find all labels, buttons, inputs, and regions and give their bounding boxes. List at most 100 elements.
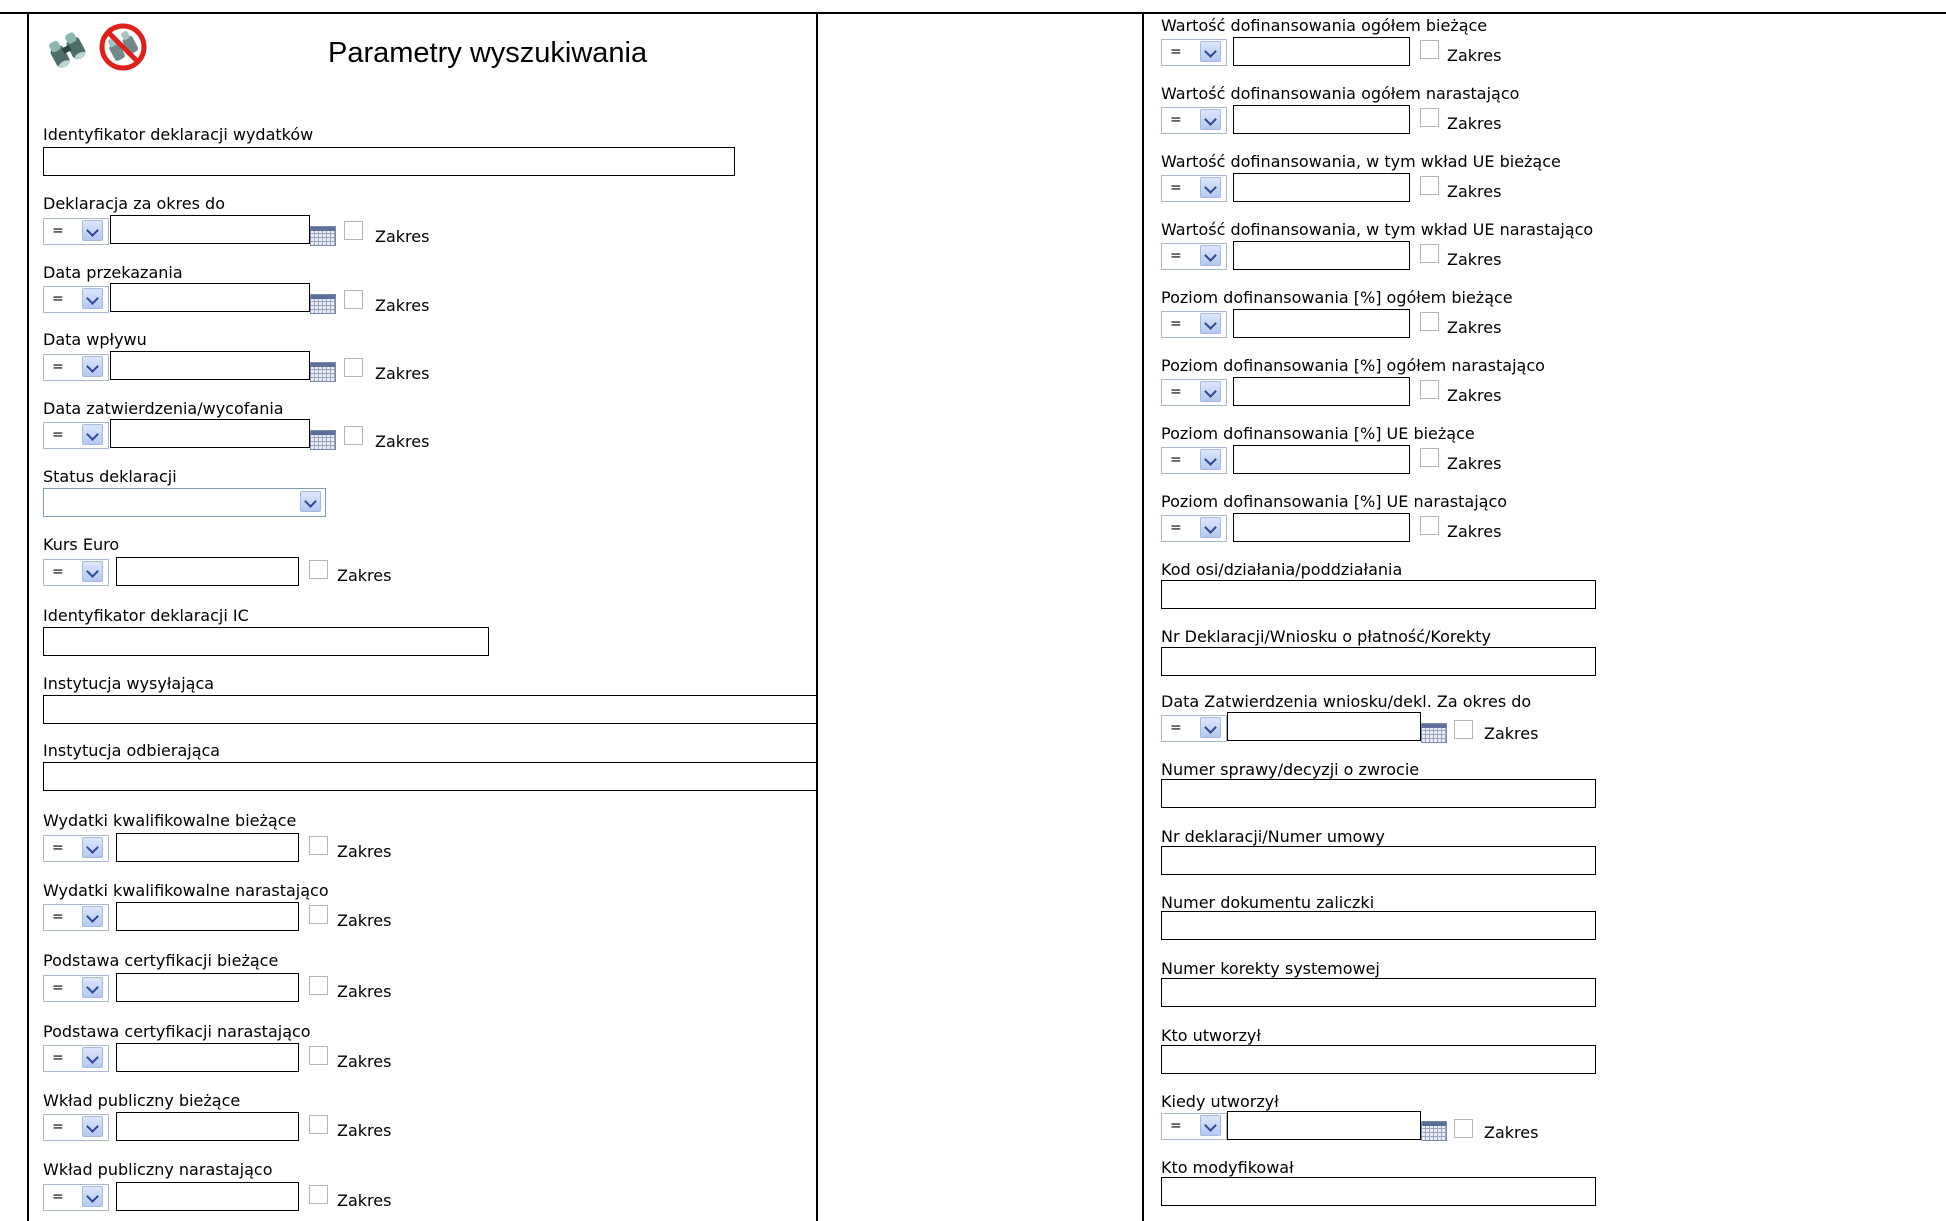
- range-label: Zakres: [375, 296, 430, 315]
- modified-by-input[interactable]: [1161, 1177, 1596, 1206]
- chevron-down-icon[interactable]: [82, 356, 103, 377]
- range-label: Zakres: [337, 566, 392, 585]
- range-checkbox[interactable]: [1420, 244, 1439, 263]
- declaration-id-input[interactable]: [43, 147, 735, 176]
- range-checkbox[interactable]: [1454, 720, 1473, 739]
- range-checkbox[interactable]: [344, 290, 363, 309]
- chevron-down-icon[interactable]: [82, 1047, 103, 1068]
- range-checkbox[interactable]: [344, 221, 363, 240]
- chevron-down-icon[interactable]: [82, 837, 103, 858]
- chevron-down-icon[interactable]: [82, 1116, 103, 1137]
- cofinancing-level-eu-cumulative-input[interactable]: [1233, 513, 1410, 542]
- cofinancing-level-total-current-input[interactable]: [1233, 309, 1410, 338]
- field-label: Kto modyfikował: [1161, 1158, 1294, 1177]
- chevron-down-icon[interactable]: [82, 906, 103, 927]
- certification-basis-cumulative-input[interactable]: [116, 1043, 299, 1072]
- field-label: Numer korekty systemowej: [1161, 959, 1380, 978]
- range-checkbox[interactable]: [1420, 176, 1439, 195]
- range-checkbox[interactable]: [309, 836, 328, 855]
- range-checkbox[interactable]: [1454, 1119, 1473, 1138]
- eligible-expenses-current-input[interactable]: [116, 833, 299, 862]
- euro-rate-input[interactable]: [116, 557, 299, 586]
- chevron-down-icon[interactable]: [1200, 517, 1221, 538]
- field-label: Poziom dofinansowania [%] ogółem narasta…: [1161, 356, 1545, 375]
- period-to-date-input[interactable]: [110, 215, 310, 244]
- receiving-institution-input[interactable]: [43, 762, 817, 791]
- cofinancing-total-cumulative-input[interactable]: [1233, 105, 1410, 134]
- sending-institution-input[interactable]: [43, 695, 817, 724]
- range-checkbox[interactable]: [309, 1185, 328, 1204]
- cofinancing-eu-current-input[interactable]: [1233, 173, 1410, 202]
- chevron-down-icon[interactable]: [82, 561, 103, 582]
- cofinancing-total-current-input[interactable]: [1233, 37, 1410, 66]
- calendar-icon[interactable]: [310, 294, 336, 314]
- field-label: Poziom dofinansowania [%] UE narastająco: [1161, 492, 1508, 511]
- public-contribution-current-input[interactable]: [116, 1112, 299, 1141]
- chevron-down-icon[interactable]: [1200, 381, 1221, 402]
- range-checkbox[interactable]: [1420, 312, 1439, 331]
- range-checkbox[interactable]: [309, 1115, 328, 1134]
- chevron-down-icon[interactable]: [1200, 177, 1221, 198]
- chevron-down-icon[interactable]: [1200, 717, 1221, 738]
- chevron-down-icon[interactable]: [82, 288, 103, 309]
- public-contribution-cumulative-input[interactable]: [116, 1182, 299, 1211]
- approval-date-input[interactable]: [110, 419, 310, 448]
- range-checkbox[interactable]: [309, 905, 328, 924]
- field-label: Wkład publiczny narastająco: [43, 1160, 273, 1179]
- status-select[interactable]: [43, 488, 326, 517]
- contract-number-input[interactable]: [1161, 846, 1596, 875]
- field-label: Kod osi/działania/poddziałania: [1161, 560, 1403, 579]
- panel-divider: [816, 12, 818, 1221]
- range-checkbox[interactable]: [309, 560, 328, 579]
- chevron-down-icon[interactable]: [300, 491, 321, 512]
- created-by-input[interactable]: [1161, 1045, 1596, 1074]
- chevron-down-icon[interactable]: [82, 220, 103, 241]
- ic-declaration-id-input[interactable]: [43, 627, 489, 656]
- transfer-date-input[interactable]: [110, 283, 310, 312]
- chevron-down-icon[interactable]: [1200, 245, 1221, 266]
- calendar-icon[interactable]: [1421, 1121, 1447, 1141]
- calendar-icon[interactable]: [310, 430, 336, 450]
- cofinancing-level-eu-current-input[interactable]: [1233, 445, 1410, 474]
- advance-document-number-input[interactable]: [1161, 911, 1596, 940]
- field-label: Status deklaracji: [43, 467, 177, 486]
- range-checkbox[interactable]: [344, 426, 363, 445]
- range-label: Zakres: [337, 982, 392, 1001]
- range-checkbox[interactable]: [1420, 380, 1439, 399]
- calendar-icon[interactable]: [1421, 723, 1447, 743]
- axis-code-input[interactable]: [1161, 580, 1596, 609]
- chevron-down-icon[interactable]: [1200, 1115, 1221, 1136]
- cofinancing-level-total-cumulative-input[interactable]: [1233, 377, 1410, 406]
- chevron-down-icon[interactable]: [1200, 449, 1221, 470]
- eligible-expenses-cumulative-input[interactable]: [116, 902, 299, 931]
- range-checkbox[interactable]: [1420, 108, 1439, 127]
- calendar-icon[interactable]: [310, 362, 336, 382]
- range-checkbox[interactable]: [1420, 448, 1439, 467]
- chevron-down-icon[interactable]: [82, 424, 103, 445]
- clear-search-icon[interactable]: [98, 22, 148, 72]
- certification-basis-current-input[interactable]: [116, 973, 299, 1002]
- range-label: Zakres: [337, 1191, 392, 1210]
- binoculars-icon[interactable]: [44, 28, 90, 69]
- range-checkbox[interactable]: [309, 976, 328, 995]
- calendar-icon[interactable]: [310, 226, 336, 246]
- range-checkbox[interactable]: [1420, 516, 1439, 535]
- field-label: Nr deklaracji/Numer umowy: [1161, 827, 1385, 846]
- range-checkbox[interactable]: [1420, 40, 1439, 59]
- chevron-down-icon[interactable]: [1200, 109, 1221, 130]
- system-correction-number-input[interactable]: [1161, 978, 1596, 1007]
- payment-request-number-input[interactable]: [1161, 647, 1596, 676]
- chevron-down-icon[interactable]: [82, 1186, 103, 1207]
- chevron-down-icon[interactable]: [1200, 313, 1221, 334]
- cofinancing-eu-cumulative-input[interactable]: [1233, 241, 1410, 270]
- chevron-down-icon[interactable]: [1200, 41, 1221, 62]
- chevron-down-icon[interactable]: [82, 977, 103, 998]
- range-label: Zakres: [375, 364, 430, 383]
- range-checkbox[interactable]: [344, 358, 363, 377]
- range-checkbox[interactable]: [309, 1046, 328, 1065]
- created-date-input[interactable]: [1227, 1111, 1421, 1140]
- range-label: Zakres: [1484, 1123, 1539, 1142]
- request-approval-date-input[interactable]: [1227, 712, 1421, 741]
- receipt-date-input[interactable]: [110, 351, 310, 380]
- case-number-input[interactable]: [1161, 779, 1596, 808]
